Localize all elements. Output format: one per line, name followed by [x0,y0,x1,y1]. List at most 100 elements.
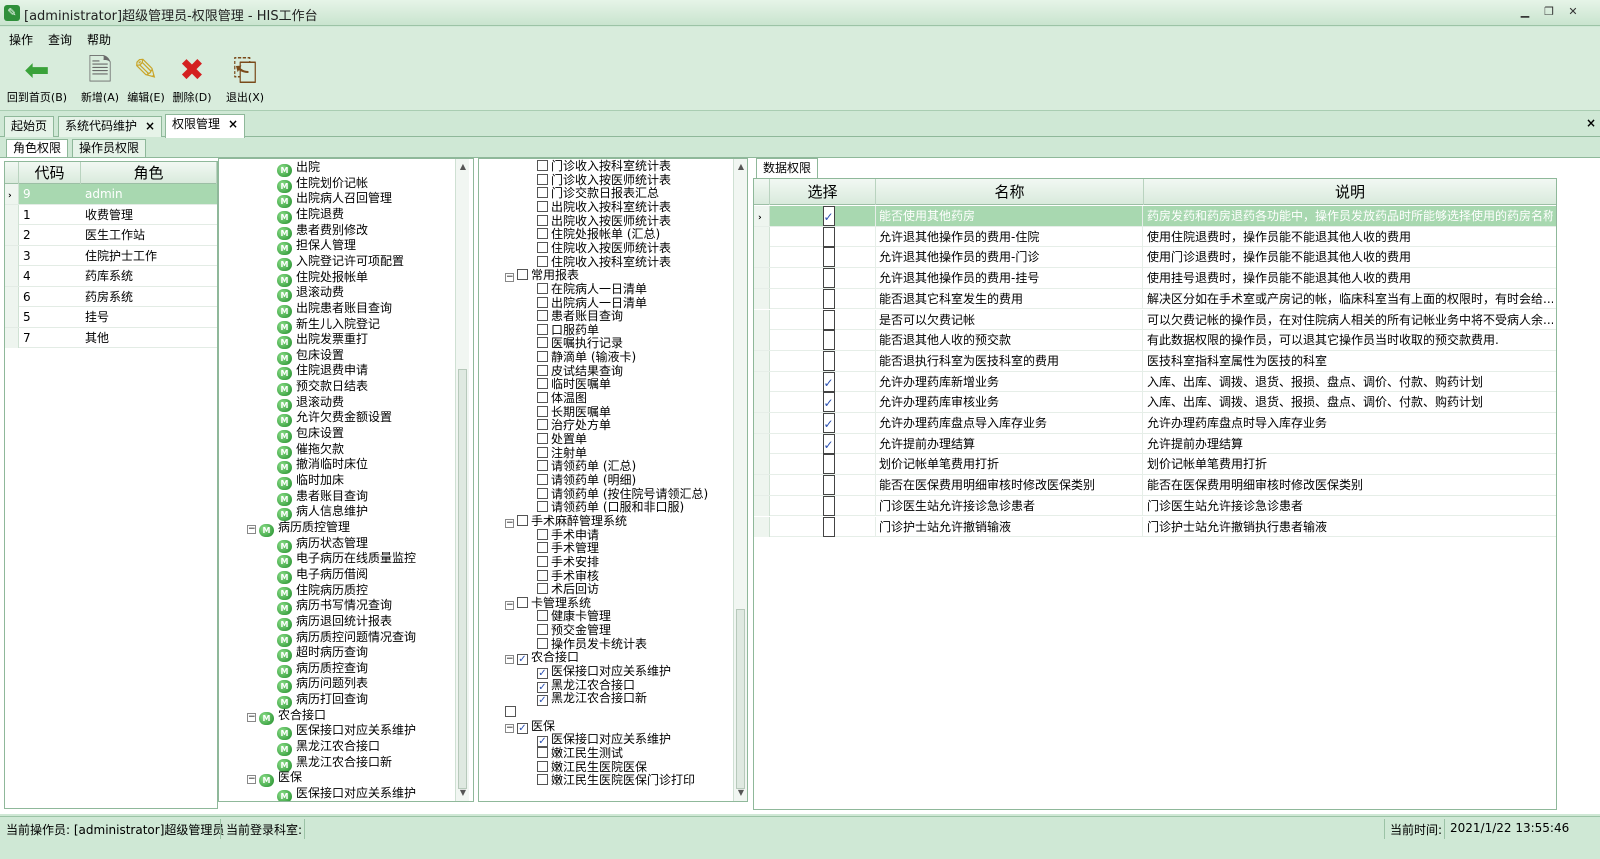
tree-node[interactable]: M 包床设置 [277,426,344,444]
tree-checkbox[interactable] [537,337,548,349]
table-row[interactable]: › ✓ 能否使用其他药房 药房发药和药房退药各功能中，操作员发放药品时所能够选择使用的… [754,206,1556,227]
tree-node[interactable]: M 病历质控问题情况查询 [277,630,416,647]
tree-node[interactable]: M 病历问题列表 [277,676,368,694]
header-name[interactable]: 名称 [876,179,1144,205]
table-row[interactable]: › 9 admin [5,184,217,205]
tree-checkbox[interactable] [537,419,548,431]
header-role[interactable]: 角色 [81,162,217,184]
tree-node[interactable]: M 住院处报帐单 [277,270,368,287]
table-row[interactable]: 门诊医生站允许接诊急诊患者 门诊医生站允许接诊急诊患者 [754,495,1556,517]
tree-checkbox[interactable] [537,173,548,185]
scroll-up-icon[interactable]: ▲ [456,161,470,173]
tree-checkbox[interactable] [537,555,548,567]
tab-data-permission[interactable]: 数据权限 [756,158,819,178]
tree-checkbox[interactable] [537,637,548,649]
tree-node[interactable]: M 住院退费 [277,207,344,224]
tree-node[interactable]: M 出院患者账目查询 [277,301,392,318]
tree-node[interactable]: M 电子病历借阅 [277,567,368,584]
edit-button[interactable]: ✎ 编辑(E) [124,51,168,109]
table-row[interactable]: ✓ 允许办理药库盘点导入库存业务 允许办理药库盘点时导入库存业务 [754,413,1556,434]
tree-node[interactable]: M 病历退回统计报表 [277,614,392,631]
tree-node[interactable]: M 退滚动费 [277,395,344,412]
tree-node[interactable]: 请领药单 (明细) [537,473,636,488]
tree-checkbox[interactable] [537,405,548,417]
header-select[interactable]: 选择 [770,179,876,205]
scroll-thumb[interactable] [736,609,745,789]
tree-checkbox[interactable] [537,323,548,335]
permission-checkbox[interactable] [822,247,835,268]
tree-node[interactable]: 医嘱执行记录 [537,337,623,351]
tree-node[interactable]: 处置单 [537,432,587,447]
collapse-icon[interactable]: − [505,600,514,610]
scroll-thumb[interactable] [458,369,467,789]
tree-node[interactable]: M 担保人管理 [277,238,356,256]
table-row[interactable]: 6 药房系统 [5,286,217,307]
close-tab-icon[interactable]: × [145,119,155,133]
tree-checkbox[interactable] [537,624,548,636]
tree-node[interactable]: M 临时加床 [277,473,344,490]
tree-node[interactable]: M 撤消临时床位 [277,457,368,475]
tree-node[interactable]: − M 农合接口 [247,708,326,725]
tree-node[interactable]: M 包床设置 [277,348,344,365]
collapse-icon[interactable]: − [505,273,514,283]
table-row[interactable]: 允许退其他操作员的费用-住院 使用住院退费时，操作员能不能退其他人收的费用 [754,226,1556,248]
tree-checkbox[interactable] [537,310,548,322]
permission-checkbox[interactable] [822,330,835,351]
scroll-down-icon[interactable]: ▼ [734,787,747,799]
tree-checkbox[interactable] [537,446,548,458]
tree-node[interactable]: ✓ 医保接口对应关系维护 [537,732,671,748]
tree-checkbox[interactable]: ✓ [537,695,548,707]
tree-checkbox[interactable] [537,583,548,595]
tree-node[interactable]: 门诊交款日报表汇总 [537,186,659,201]
tree-checkbox[interactable] [537,255,548,267]
tree-checkbox[interactable] [537,364,548,376]
tree-checkbox[interactable]: ✓ [537,736,548,748]
exit-button[interactable]: ⎗ 退出(X) [222,51,268,109]
close-window-button[interactable]: ✕ [1564,4,1582,20]
tree-node[interactable]: M 允许欠费金额设置 [277,410,392,428]
tree-node[interactable]: 患者账目查询 [537,309,623,324]
tree-checkbox[interactable] [537,569,548,581]
tree-checkbox[interactable] [537,392,548,404]
tree-node[interactable]: 出院病人一日清单 [537,296,647,311]
tree-node[interactable]: − M 医保 [247,770,302,788]
tree-node[interactable]: ✓ 医保接口对应关系维护 [537,664,671,680]
tree-node[interactable]: 请领药单 (汇总) [537,459,636,474]
tree-node[interactable] [505,706,519,720]
tree-node[interactable]: 手术安排 [537,555,599,570]
tree-checkbox[interactable] [537,296,548,308]
table-row[interactable]: 1 收费管理 [5,204,217,225]
table-row[interactable]: 划价记帐单笔费用打折 划价记帐单笔费用打折 [754,454,1556,476]
tree-node[interactable]: 术后回访 [537,582,599,597]
table-row[interactable]: ✓ 允许办理药库新增业务 入库、出库、调拨、退货、报损、盘点、调价、付款、购药计划 [754,371,1556,393]
close-all-tabs-icon[interactable]: × [1586,116,1596,130]
tree-node[interactable]: M 病历质控查询 [277,661,368,678]
tree-checkbox[interactable] [537,746,548,758]
tree-checkbox[interactable] [537,774,548,786]
tree-node[interactable]: M 出院 [277,160,320,177]
tree-checkbox[interactable] [537,501,548,513]
tree-checkbox[interactable] [537,460,548,472]
tree-node[interactable]: 静滴单 (输液卡) [537,350,636,365]
menu-operate[interactable]: 操作 [9,31,33,48]
tree-node[interactable]: 请领药单 (按住院号请领汇总) [537,487,708,502]
table-row[interactable]: 允许退其他操作员的费用-门诊 使用门诊退费时，操作员能不能退其他人收的费用 [754,247,1556,269]
tree-node[interactable]: M 黑龙江农合接口新 [277,755,392,772]
tree-node[interactable]: M 电子病历在线质量监控 [277,551,416,569]
tree-checkbox[interactable]: ✓ [537,668,548,680]
tree-checkbox[interactable] [537,473,548,485]
tree-node[interactable]: M 入院登记许可项配置 [277,254,404,271]
tree-node[interactable]: − M 病历质控管理 [247,520,350,537]
tree-checkbox[interactable] [537,542,548,554]
permission-checkbox[interactable]: ✓ [822,413,835,433]
tree-node[interactable]: − 手术麻醉管理系统 [505,514,627,529]
tree-node[interactable]: 健康卡管理 [537,610,611,624]
tree-checkbox[interactable] [537,228,548,240]
permission-checkbox[interactable]: ✓ [822,371,835,392]
tree-scrollbar[interactable]: ▲ ▼ [733,159,747,801]
tree-node[interactable]: − ✓ 农合接口 [505,651,579,666]
table-row[interactable]: 门诊护士站允许撤销输液 门诊护士站允许撤销执行患者输液 [754,516,1556,538]
permission-checkbox[interactable] [822,495,835,516]
tree-node[interactable]: 住院收入按医师统计表 [537,241,671,256]
table-row[interactable]: 是否可以欠费记帐 可以欠费记帐的操作员，在对住院病人相关的所有记帐业务中将不受病人… [754,309,1556,331]
